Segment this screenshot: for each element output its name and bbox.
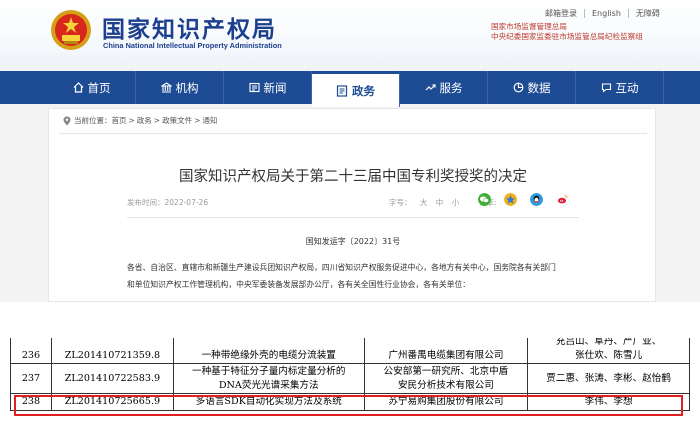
table-row: 237 ZL201410722583.9 一种基于特征分子量内标定量分析的 DN… [10,363,690,394]
nav-label: 机构 [175,80,199,95]
article-title: 国家知识产权局关于第二十三届中国专利奖授奖的决定 [179,169,527,185]
cell-patent-title: 多语言SDK自动化实现方法及系统 [172,393,365,411]
cell-organization: 苏宁易购集团股份有限公司 [363,393,529,411]
home-icon [73,82,83,93]
divider [59,133,647,134]
government-icon [336,84,348,97]
publish-date: 发布时间：2022-07-26 [127,198,209,207]
cell-number: 238 [10,393,52,411]
top-links: 邮箱登录 English 无障碍 [538,9,667,18]
mail-login-link[interactable]: 邮箱登录 [538,9,584,18]
font-size-small[interactable]: 小 [452,198,460,207]
breadcrumb-separator: > [194,116,201,125]
cell-number: 237 [10,363,52,394]
award-table: 236 ZL201410721359.8 一种带绝缘外壳的电缆分流装置 广州番禺… [10,338,690,411]
breadcrumb-prefix: 当前位置： [74,116,112,125]
nav-label: 服务 [439,80,463,95]
title-line: DNA荧光光谱采集方法 [218,379,319,391]
nav-government[interactable]: 政务 [312,71,400,107]
cell-organization: 广州番禺电缆集团有限公司 [363,338,529,364]
cell-number: 236 [10,338,52,364]
nav-label: 新闻 [263,80,287,95]
nav-data[interactable]: 数据 [488,71,576,104]
location-pin-icon [63,116,71,125]
site-title[interactable]: 国家知识产权局 [102,10,277,44]
font-size-medium[interactable]: 中 [436,198,444,207]
breadcrumb: 当前位置： 首页 > 政务 > 政策文件 > 通知 [63,115,217,126]
building-icon [160,82,172,93]
document-number: 国知发运字〔2022〕31号 [305,237,401,246]
nav-label: 互动 [615,80,639,95]
org-line: 公安部第一研究所、北京中盾 [383,365,509,377]
breadcrumb-government[interactable]: 政务 [137,115,152,126]
weibo-icon[interactable] [556,193,569,206]
site-header: 国家知识产权局 China National Intellectual Prop… [0,0,700,70]
body-line: 各省、自治区、直辖市和新疆生产建设兵团知识产权局，四川省知识产权服务促进中心，各… [127,263,556,272]
font-size-label: 字号： [389,198,412,207]
font-size-large[interactable]: 大 [420,198,428,207]
interact-icon [601,83,611,93]
data-icon [513,82,523,93]
qq-icon[interactable] [530,193,543,206]
news-icon [248,82,260,93]
nav-interact[interactable]: 互动 [576,71,664,104]
divider [127,217,579,218]
wechat-icon[interactable] [478,193,491,206]
cell-patent-title: 一种基于特征分子量内标定量分析的 DNA荧光光谱采集方法 [172,363,365,394]
inventors-line: 张仕欢、陈雪儿 [575,350,643,361]
article-panel: 当前位置： 首页 > 政务 > 政策文件 > 通知 国家知识产权局关于第二十三届… [48,108,656,302]
cell-inventors: 充吕山、阜丹、严广亚、 张仕欢、陈雪儿 [527,338,690,364]
table-row: 236 ZL201410721359.8 一种带绝缘外壳的电缆分流装置 广州番禺… [10,338,690,364]
nav-institution[interactable]: 机构 [136,71,224,104]
body-line: 和单位知识产权工作管理机构，中央军委装备发展部办公厅，各有关全国性行业协会，各有… [127,280,471,289]
cell-patent-id: ZL201410725665.9 [50,393,174,411]
national-emblem-icon [51,10,91,50]
site-title-english: China National Intellectual Property Adm… [103,41,282,50]
website-screenshot: 国家知识产权局 China National Intellectual Prop… [0,0,700,302]
font-size-control: 字号： 大 中 小 [389,197,459,208]
spacer [0,302,700,338]
english-link[interactable]: English [584,9,628,18]
table-row: 238 ZL201410725665.9 多语言SDK自动化实现方法及系统 苏宁… [10,393,690,411]
cell-patent-id: ZL201410721359.8 [50,338,174,364]
cell-organization: 公安部第一研究所、北京中盾 安民分析技术有限公司 [363,363,529,394]
breadcrumb-notice[interactable]: 通知 [202,115,217,126]
title-line: 一种基于特征分子量内标定量分析的 [191,365,346,377]
nav-label: 政务 [352,83,375,98]
related-link-samr[interactable]: 国家市场监督管理总局 [491,22,643,32]
org-line: 安民分析技术有限公司 [397,379,494,391]
nav-news[interactable]: 新闻 [224,71,312,104]
article-body: 各省、自治区、直辖市和新疆生产建设兵团知识产权局，四川省知识产权服务促进中心，各… [127,259,587,293]
cell-patent-id: ZL201410722583.9 [50,363,174,394]
cell-patent-title: 一种带绝缘外壳的电缆分流装置 [172,338,365,364]
breadcrumb-home[interactable]: 首页 [112,115,127,126]
cell-inventors: 贾二惠、张涛、李彬、赵怡鹤 [527,363,690,394]
breadcrumb-separator: > [153,116,161,125]
breadcrumb-separator: > [128,116,135,125]
accessibility-link[interactable]: 无障碍 [627,9,667,18]
nav-label: 数据 [527,80,551,95]
nav-service[interactable]: 服务 [400,71,488,104]
award-table-excerpt: 236 ZL201410721359.8 一种带绝缘外壳的电缆分流装置 广州番禺… [0,338,700,428]
cell-inventors: 李伟、李想 [527,393,690,411]
service-icon [425,84,436,91]
related-sites: 国家市场监督管理总局 中央纪委国家监委驻市场监管总局纪检监察组 [491,22,643,42]
main-nav: 首页 机构 新闻 政务 服务 数据 互动 [0,71,700,107]
related-link-inspection[interactable]: 中央纪委国家监委驻市场监管总局纪检监察组 [491,32,643,42]
qzone-icon[interactable] [504,193,517,206]
nav-label: 首页 [87,80,111,95]
inventors-line: 充吕山、阜丹、严广亚、 [555,338,662,347]
nav-home[interactable]: 首页 [48,71,136,104]
breadcrumb-policy[interactable]: 政策文件 [162,115,192,126]
